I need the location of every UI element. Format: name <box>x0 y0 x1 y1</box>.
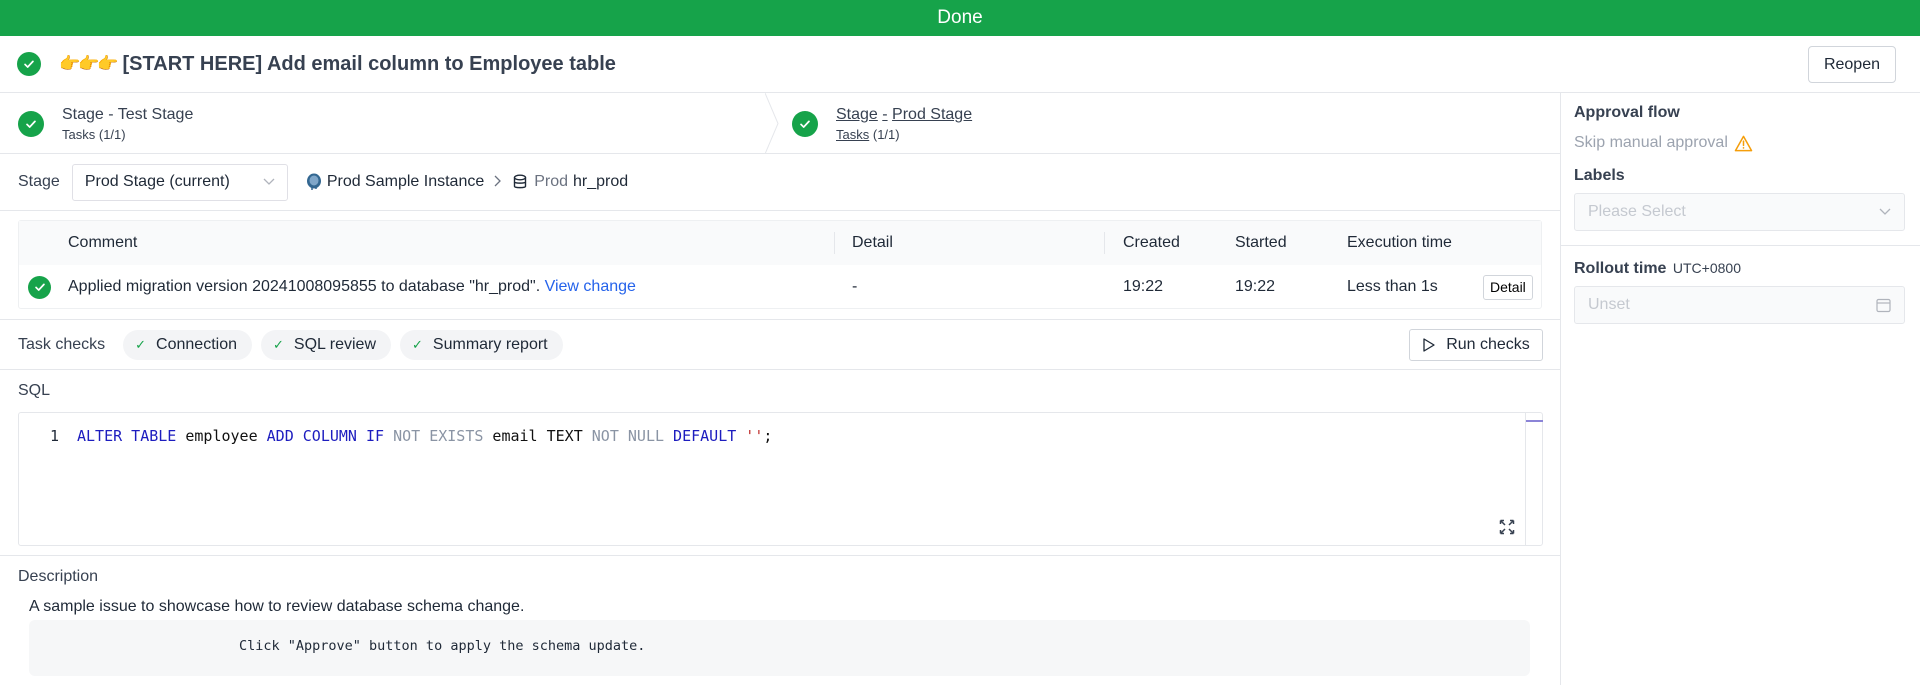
scroll-marker <box>1526 420 1543 422</box>
issue-done-icon <box>17 52 41 76</box>
labels-select[interactable]: Please Select <box>1574 193 1905 231</box>
comment-cell: Applied migration version 20241008095855… <box>68 278 636 295</box>
sql-statement: ALTER TABLE employee ADD COLUMN IF NOT E… <box>77 427 772 445</box>
check-icon: ✓ <box>273 336 284 352</box>
issue-sidebar: Approval flow Skip manual approval Label… <box>1561 93 1920 685</box>
stage-test[interactable]: Stage - Test Stage Tasks (1/1) <box>0 93 770 154</box>
code-line: 1 ALTER TABLE employee ADD COLUMN IF NOT … <box>19 427 772 445</box>
check-chip-summary-report[interactable]: ✓ Summary report <box>400 329 563 360</box>
stage-title: Stage - Prod Stage <box>836 106 973 123</box>
description-code-block: Click "Approve" button to apply the sche… <box>29 620 1530 676</box>
issue-title: 👉👉👉 [START HERE] Add email column to Emp… <box>59 53 616 76</box>
sql-token: NOT EXISTS <box>384 427 484 445</box>
line-number: 1 <box>49 427 59 445</box>
sql-label: SQL <box>18 382 51 399</box>
detail-cell: - <box>852 278 858 295</box>
sql-token: ; <box>763 427 773 445</box>
column-divider <box>1104 232 1105 254</box>
column-header-execution-time: Execution time <box>1347 234 1452 251</box>
description-section: Description A sample issue to showcase h… <box>0 555 1561 685</box>
sql-token: employee <box>176 427 267 445</box>
check-chip-connection[interactable]: ✓ Connection <box>123 329 252 360</box>
editor-scrollbar[interactable] <box>1525 413 1543 545</box>
postgresql-icon <box>306 173 321 190</box>
pointing-hand-icon: 👉👉👉 <box>59 54 118 73</box>
main-panel: Stage - Test Stage Tasks (1/1) Stage - P… <box>0 93 1561 685</box>
check-icon: ✓ <box>412 336 423 352</box>
stage-selector-row: Stage Prod Stage (current) Prod Sample I… <box>0 154 1560 211</box>
stage-select[interactable]: Prod Stage (current) <box>71 163 288 201</box>
stage-done-icon <box>18 110 44 137</box>
issue-header: 👉👉👉 [START HERE] Add email column to Emp… <box>0 36 1920 93</box>
stage-pipeline: Stage - Test Stage Tasks (1/1) Stage - P… <box>0 93 1560 154</box>
detail-button[interactable]: Detail <box>1483 274 1533 300</box>
stage-done-icon <box>792 110 818 137</box>
table-header: Comment Detail Created Started Execution… <box>19 221 1541 265</box>
sql-token: ALTER TABLE <box>77 427 177 445</box>
expand-icon[interactable] <box>1499 519 1515 535</box>
breadcrumb: Prod Sample Instance Prod hr_prod <box>306 173 628 191</box>
check-chip-sql-review[interactable]: ✓ SQL review <box>261 329 392 360</box>
approval-flow-label: Approval flow <box>1574 104 1680 121</box>
execution-time-cell: Less than 1s <box>1347 278 1438 295</box>
chevron-right-icon <box>494 174 502 190</box>
status-banner: Done <box>0 0 1920 36</box>
success-icon <box>28 275 51 299</box>
labels-label: Labels <box>1574 167 1625 184</box>
status-text: Done <box>937 7 983 28</box>
warning-icon[interactable] <box>1734 135 1753 152</box>
sql-token: ADD COLUMN IF <box>266 427 385 445</box>
chevron-down-icon <box>1879 208 1891 215</box>
task-checks-label: Task checks <box>18 335 106 353</box>
column-header-started: Started <box>1235 234 1287 251</box>
rollout-time-label: Rollout time UTC+0800 <box>1574 260 1741 277</box>
instance-link[interactable]: Prod Sample Instance <box>327 173 484 191</box>
rollout-time-picker[interactable]: Unset <box>1574 286 1905 324</box>
description-label: Description <box>18 568 99 585</box>
column-header-created: Created <box>1123 234 1180 251</box>
approval-flow-value: Skip manual approval <box>1574 134 1902 152</box>
reopen-button[interactable]: Reopen <box>1807 46 1896 83</box>
play-icon <box>1423 338 1435 352</box>
stage-title: Stage - Test Stage <box>62 106 194 123</box>
task-checks-row: Task checks ✓ Connection ✓ SQL review ✓ … <box>0 319 1561 370</box>
started-cell: 19:22 <box>1235 278 1276 295</box>
sql-token: DEFAULT <box>664 427 737 445</box>
database-icon <box>514 174 527 189</box>
run-checks-button[interactable]: Run checks <box>1409 329 1543 361</box>
environment-label: Prod <box>534 173 569 190</box>
table-row: Applied migration version 20241008095855… <box>19 265 1541 309</box>
column-divider <box>834 232 835 254</box>
check-icon: ✓ <box>135 336 147 352</box>
sql-token: '' <box>736 427 764 445</box>
stage-label: Stage <box>18 173 60 190</box>
column-header-comment: Comment <box>68 234 138 251</box>
created-cell: 19:22 <box>1123 278 1164 295</box>
database-link[interactable]: hr_prod <box>573 173 628 191</box>
issue-title-text: [START HERE] Add email column to Employe… <box>122 52 616 75</box>
sql-editor[interactable]: 1 ALTER TABLE employee ADD COLUMN IF NOT … <box>18 412 1543 546</box>
view-change-link[interactable]: View change <box>545 278 636 295</box>
sql-token: NOT NULL <box>591 427 665 445</box>
description-text: A sample issue to showcase how to review… <box>29 598 525 615</box>
chevron-down-icon <box>263 175 275 189</box>
timezone-label: UTC+0800 <box>1672 260 1741 276</box>
stage-tasks: Tasks (1/1) <box>62 127 126 142</box>
column-header-detail: Detail <box>852 234 893 251</box>
stage-prod[interactable]: Stage - Prod Stage Tasks (1/1) <box>770 93 972 154</box>
stage-tasks: Tasks (1/1) <box>836 127 900 142</box>
task-run-table: Comment Detail Created Started Execution… <box>18 220 1542 309</box>
sql-token: email TEXT <box>483 427 592 445</box>
calendar-icon <box>1876 298 1891 312</box>
